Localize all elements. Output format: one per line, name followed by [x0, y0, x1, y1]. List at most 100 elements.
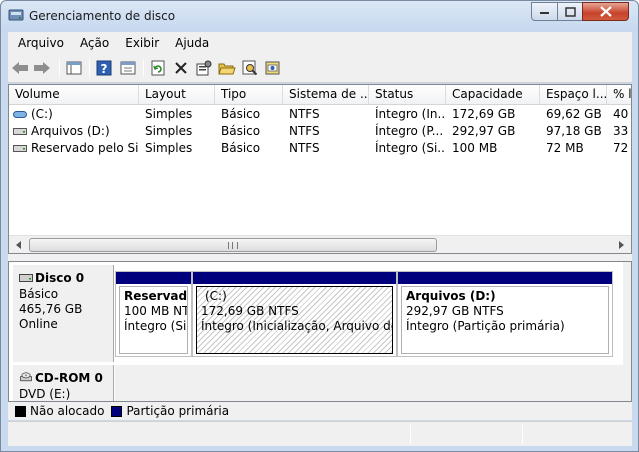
cdrom-0-name: CD-ROM 0	[35, 371, 103, 385]
wizard-button[interactable]	[264, 59, 282, 77]
partition-reservado[interactable]: Reservado 100 MB NTF Íntegro (Sist	[115, 271, 192, 357]
back-button[interactable]	[11, 59, 29, 77]
column-header-espaco-livre[interactable]: Espaço l...	[540, 85, 607, 105]
search-button[interactable]	[241, 59, 259, 77]
cell-status: Íntegro (In...	[375, 107, 446, 121]
partition-band	[116, 272, 191, 284]
status-bar	[8, 421, 632, 446]
refresh-icon	[151, 60, 165, 76]
title-bar: Gerenciamento de disco	[1, 1, 638, 31]
close-button[interactable]	[582, 2, 629, 21]
cdrom-0-type: DVD (E:)	[19, 387, 71, 401]
minimize-button[interactable]	[531, 2, 558, 21]
partition-status: Íntegro (Partição primária)	[406, 319, 565, 333]
settings-button[interactable]	[195, 59, 213, 77]
column-header-percent-livre[interactable]: % l	[607, 85, 631, 105]
open-button[interactable]	[218, 59, 236, 77]
horizontal-scrollbar[interactable]	[9, 235, 631, 253]
help-icon: ?	[96, 60, 112, 76]
view-icon	[66, 61, 82, 75]
pane-splitter[interactable]	[8, 254, 632, 261]
cell-percent-livre: 33	[613, 124, 629, 138]
partition-body-selected: (C:) 172,69 GB NTFS Íntegro (Inicializaç…	[196, 286, 393, 354]
menu-exibir[interactable]: Exibir	[115, 36, 165, 50]
cell-capacidade: 100 MB	[452, 141, 498, 155]
partition-c[interactable]: (C:) 172,69 GB NTFS Íntegro (Inicializaç…	[192, 271, 397, 357]
volume-list: Volume Layout Tipo Sistema de ... Status…	[8, 84, 632, 254]
partition-size: 292,97 GB NTFS	[406, 304, 504, 318]
scroll-left-button[interactable]	[10, 237, 27, 253]
cell-percent-livre: 40	[613, 107, 629, 121]
cd-rom-icon	[20, 372, 32, 382]
cell-sistema: NTFS	[289, 124, 320, 138]
legend-swatch-unallocated	[15, 405, 26, 417]
cell-tipo: Básico	[221, 124, 261, 138]
column-header-capacidade[interactable]: Capacidade	[446, 85, 540, 105]
cell-layout: Simples	[145, 107, 193, 121]
maximize-button[interactable]	[557, 2, 583, 21]
cdrom-0-area	[115, 365, 623, 401]
partition-band	[398, 272, 612, 284]
cell-layout: Simples	[145, 124, 193, 138]
vertical-scrollbar[interactable]	[623, 262, 631, 401]
cell-capacidade: 172,69 GB	[452, 107, 516, 121]
partition-band	[193, 272, 396, 284]
cell-sistema: NTFS	[289, 107, 320, 121]
legend: Não alocado Partição primária	[8, 402, 632, 420]
cdrom-0-label[interactable]: CD-ROM 0 DVD (E:)	[13, 365, 114, 401]
cell-volume: Reservado pelo Sis...	[31, 141, 139, 155]
menu-arquivo[interactable]: Arquivo	[8, 36, 70, 50]
hard-disk-icon	[19, 274, 33, 282]
help-button[interactable]: ?	[95, 59, 113, 77]
disk-0-partitions: Reservado 100 MB NTF Íntegro (Sist (C:) …	[115, 271, 615, 359]
cell-sistema: NTFS	[289, 141, 320, 155]
scroll-left-icon	[15, 241, 21, 249]
legend-label-unallocated: Não alocado	[30, 404, 105, 418]
cell-espaco-livre: 97,18 GB	[546, 124, 602, 138]
toolbar-separator	[89, 59, 90, 77]
partition-name: Reservado	[124, 289, 188, 303]
delete-button[interactable]	[172, 59, 190, 77]
refresh-button[interactable]	[149, 59, 167, 77]
table-row[interactable]: Reservado pelo Sis... Simples Básico NTF…	[9, 140, 631, 157]
scrollbar-thumb[interactable]	[29, 238, 437, 252]
partition-arquivos-d[interactable]: Arquivos (D:) 292,97 GB NTFS Íntegro (Pa…	[397, 271, 613, 357]
column-header-volume[interactable]: Volume	[9, 85, 139, 105]
table-row[interactable]: Arquivos (D:) Simples Básico NTFS Íntegr…	[9, 123, 631, 140]
partition-name: Arquivos (D:)	[406, 289, 496, 303]
column-header-layout[interactable]: Layout	[139, 85, 215, 105]
cell-volume: Arquivos (D:)	[31, 124, 110, 138]
properties-button[interactable]	[119, 59, 137, 77]
forward-arrow-icon	[34, 62, 50, 74]
column-header-tipo[interactable]: Tipo	[215, 85, 283, 105]
disk-0-label[interactable]: Disco 0 Básico 465,76 GB Online	[13, 265, 114, 362]
cell-status: Íntegro (P...	[375, 124, 444, 138]
settings-icon	[196, 60, 212, 76]
column-header-status[interactable]: Status	[369, 85, 446, 105]
legend-label-primary: Partição primária	[126, 404, 230, 418]
svg-text:?: ?	[101, 62, 108, 76]
menu-acao[interactable]: Ação	[70, 36, 115, 50]
toolbar: ?	[8, 53, 632, 83]
status-bar-separator	[522, 425, 523, 444]
column-header-sistema[interactable]: Sistema de ...	[283, 85, 369, 105]
forward-button[interactable]	[33, 59, 51, 77]
window-title: Gerenciamento de disco	[29, 9, 176, 23]
disk-management-icon	[8, 9, 24, 21]
disk-graphical-pane: Disco 0 Básico 465,76 GB Online Reservad…	[8, 261, 632, 402]
partition-body: Arquivos (D:) 292,97 GB NTFS Íntegro (Pa…	[401, 286, 609, 354]
cell-tipo: Básico	[221, 107, 261, 121]
wizard-icon	[265, 61, 280, 75]
delete-icon	[175, 62, 187, 74]
partition-body: Reservado 100 MB NTF Íntegro (Sist	[119, 286, 188, 354]
table-row[interactable]: (C:) Simples Básico NTFS Íntegro (In... …	[9, 106, 631, 123]
show-hide-console-tree-button[interactable]	[65, 59, 83, 77]
toolbar-separator	[143, 59, 144, 77]
toolbar-separator	[59, 59, 60, 77]
menu-ajuda[interactable]: Ajuda	[165, 36, 215, 50]
legend-swatch-primary	[111, 405, 123, 417]
cell-volume: (C:)	[31, 107, 53, 121]
status-bar-separator	[410, 425, 411, 444]
scroll-right-button[interactable]	[613, 237, 630, 253]
disk-0-size: 465,76 GB	[19, 302, 83, 316]
